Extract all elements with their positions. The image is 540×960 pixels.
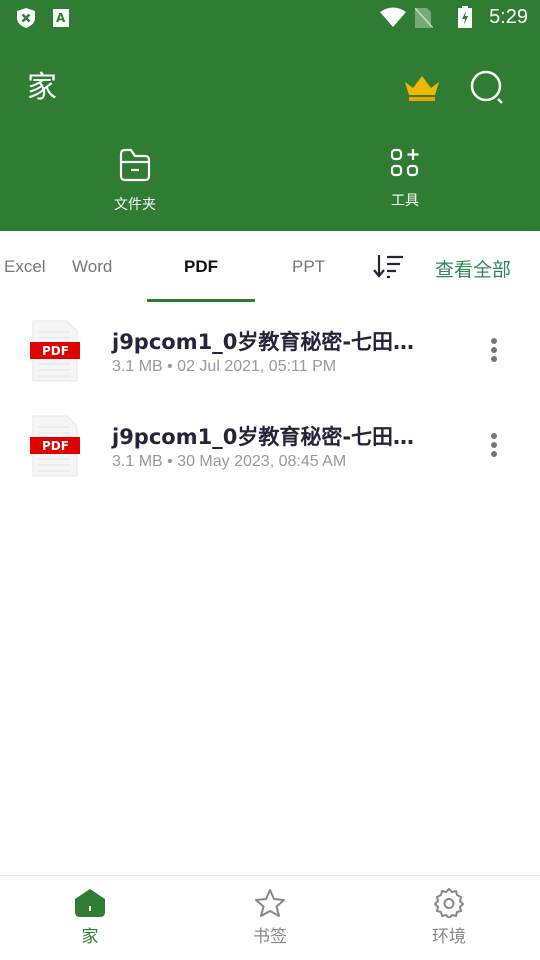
nav-bookmarks-label: 书签	[253, 927, 287, 947]
keyboard-a-icon: A	[53, 9, 69, 27]
shield-icon	[17, 8, 35, 28]
clock: 5:29	[489, 6, 528, 28]
battery-charging-icon	[458, 6, 472, 28]
folder-label: 文件夹	[114, 197, 156, 213]
page-title: 家	[27, 70, 57, 105]
folder-button[interactable]: 文件夹	[75, 148, 195, 214]
active-tab-indicator	[147, 299, 255, 302]
tab-excel[interactable]: Excel	[4, 257, 46, 277]
file-name: j9pcom1_0岁教育秘密-七田…	[112, 330, 415, 354]
file-meta: 3.1 MB • 02 Jul 2021, 05:11 PM	[112, 358, 337, 375]
crown-premium-icon[interactable]	[404, 74, 440, 102]
tools-button[interactable]: 工具	[345, 148, 465, 210]
nav-home-label: 家	[81, 927, 99, 947]
file-type-tabs: Excel Word PDF PPT 查看全部	[0, 231, 540, 303]
no-sim-icon	[415, 8, 433, 28]
tab-pdf[interactable]: PDF	[184, 257, 218, 277]
wifi-icon	[380, 7, 406, 27]
pdf-file-icon: PDF	[30, 320, 80, 382]
pdf-badge-text: PDF	[42, 439, 69, 453]
file-row[interactable]: PDF j9pcom1_0岁教育秘密-七田… 3.1 MB • 02 Jul 2…	[0, 320, 540, 415]
sort-icon[interactable]	[373, 253, 405, 279]
nav-home[interactable]: 家	[30, 888, 150, 947]
app-header: A 5:29 家 文件夹 工具	[0, 0, 540, 231]
view-all-link[interactable]: 查看全部	[435, 255, 511, 282]
more-options-icon[interactable]	[487, 338, 501, 365]
more-options-icon[interactable]	[487, 433, 501, 460]
tab-ppt[interactable]: PPT	[292, 257, 325, 277]
tab-word[interactable]: Word	[72, 257, 112, 277]
nav-settings-label: 环境	[432, 927, 466, 947]
file-name: j9pcom1_0岁教育秘密-七田…	[112, 425, 415, 449]
file-row[interactable]: PDF j9pcom1_0岁教育秘密-七田… 3.1 MB • 30 May 2…	[0, 415, 540, 510]
tools-label: 工具	[391, 193, 419, 209]
search-icon[interactable]	[470, 70, 506, 106]
bottom-navigation: 家 书签 环境	[0, 875, 540, 960]
pdf-badge-text: PDF	[42, 344, 69, 358]
status-bar: A 5:29	[0, 0, 540, 36]
svg-text:A: A	[56, 11, 66, 25]
folder-icon	[119, 148, 151, 182]
file-meta: 3.1 MB • 30 May 2023, 08:45 AM	[112, 453, 347, 470]
nav-settings[interactable]: 环境	[389, 888, 509, 947]
home-icon	[75, 889, 105, 917]
tools-icon	[390, 148, 419, 177]
pdf-file-icon: PDF	[30, 415, 80, 477]
gear-icon	[434, 888, 464, 918]
star-icon	[255, 889, 285, 917]
nav-bookmarks[interactable]: 书签	[210, 888, 330, 947]
